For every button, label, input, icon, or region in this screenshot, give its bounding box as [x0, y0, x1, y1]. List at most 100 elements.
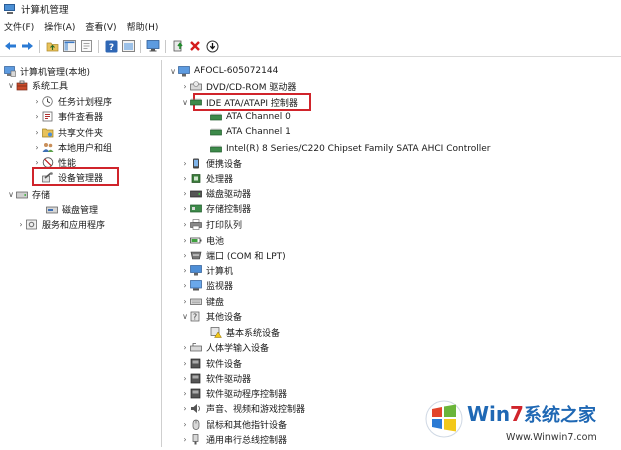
tree-system-tools[interactable]: ∨ 系统工具	[6, 78, 68, 92]
device-software-devices[interactable]: › 软件设备	[180, 356, 242, 370]
device-hid[interactable]: › 人体学输入设备	[180, 340, 269, 354]
toolbar: ?	[0, 36, 621, 57]
console-tree-icon[interactable]	[62, 39, 76, 53]
chevron-right-icon[interactable]: ›	[16, 217, 26, 231]
menu-help[interactable]: 帮助(H)	[127, 20, 159, 33]
tree-storage[interactable]: ∨ 存储	[6, 187, 50, 201]
chevron-right-icon[interactable]: ›	[180, 156, 190, 170]
toolbar-separator	[98, 39, 99, 53]
chevron-right-icon[interactable]: ›	[180, 263, 190, 277]
device-usb[interactable]: › 通用串行总线控制器	[180, 432, 287, 446]
device-software-bus[interactable]: › 软件驱动程序控制器	[180, 386, 287, 400]
tree-disk-management[interactable]: 磁盘管理	[46, 202, 98, 216]
device-other[interactable]: ∨ ? 其他设备	[180, 309, 242, 323]
device-sound[interactable]: › 声音、视频和游戏控制器	[180, 401, 305, 415]
chevron-right-icon[interactable]: ›	[180, 217, 190, 231]
chevron-right-icon[interactable]: ›	[180, 248, 190, 262]
tree-root[interactable]: 计算机管理(本地)	[4, 64, 90, 78]
chevron-right-icon[interactable]: ›	[180, 340, 190, 354]
device-sata-controller[interactable]: Intel(R) 8 Series/C220 Chipset Family SA…	[210, 142, 490, 156]
device-usb-label: 通用串行总线控制器	[206, 435, 288, 446]
device-ports[interactable]: › 端口 (COM 和 LPT)	[180, 248, 285, 262]
up-folder-icon[interactable]	[45, 39, 59, 53]
device-cpu[interactable]: › 处理器	[180, 171, 233, 185]
device-monitor[interactable]: › 监视器	[180, 278, 233, 292]
menu-file[interactable]: 文件(F)	[4, 20, 34, 33]
tree-event-viewer[interactable]: › 事件查看器	[32, 109, 103, 123]
chevron-right-icon[interactable]: ›	[32, 140, 42, 154]
chevron-right-icon[interactable]: ›	[32, 94, 42, 108]
chevron-right-icon[interactable]: ›	[180, 386, 190, 400]
chevron-right-icon[interactable]: ›	[180, 171, 190, 185]
update-driver-icon[interactable]	[171, 39, 185, 53]
chevron-down-icon[interactable]: ∨	[180, 309, 190, 323]
printer-icon	[190, 218, 202, 230]
chevron-right-icon[interactable]: ›	[32, 109, 42, 123]
toolbox-icon	[16, 80, 28, 91]
tree-services-label: 服务和应用程序	[42, 220, 106, 231]
chevron-right-icon[interactable]: ›	[180, 371, 190, 385]
device-ata-channel-0[interactable]: ATA Channel 0	[210, 110, 291, 124]
portable-device-icon	[190, 158, 202, 169]
device-ata-channel-1-label: ATA Channel 1	[226, 127, 291, 137]
chevron-right-icon[interactable]: ›	[180, 186, 190, 200]
monitor-icon[interactable]	[146, 39, 160, 53]
device-battery[interactable]: › 电池	[180, 233, 224, 247]
tree-device-manager[interactable]: 设备管理器	[42, 170, 103, 184]
chevron-right-icon[interactable]: ›	[180, 294, 190, 308]
users-icon	[42, 142, 54, 153]
clock-icon	[42, 95, 54, 107]
tree-services[interactable]: › 服务和应用程序	[16, 217, 105, 231]
computer-icon	[178, 65, 190, 77]
port-icon	[190, 250, 202, 261]
tree-shared-folders[interactable]: › 共享文件夹	[32, 125, 103, 139]
processor-icon	[190, 173, 202, 184]
device-portable[interactable]: › 便携设备	[180, 156, 242, 170]
device-storage-controller[interactable]: › 存储控制器	[180, 201, 251, 215]
scan-hardware-icon[interactable]	[205, 39, 219, 53]
storage-icon	[16, 189, 28, 200]
device-software-drivers[interactable]: › 软件驱动器	[180, 371, 251, 385]
chevron-right-icon[interactable]: ›	[180, 201, 190, 215]
tree-local-users-label: 本地用户和组	[58, 143, 113, 154]
chevron-right-icon[interactable]: ›	[180, 356, 190, 370]
device-print-queue[interactable]: › 打印队列	[180, 217, 242, 231]
uninstall-icon[interactable]	[188, 39, 202, 53]
pane-icon[interactable]	[121, 39, 135, 53]
device-sound-label: 声音、视频和游戏控制器	[206, 404, 306, 415]
device-disk[interactable]: › 磁盘驱动器	[180, 186, 251, 200]
device-dvd[interactable]: › DVD/CD-ROM 驱动器	[180, 79, 296, 93]
device-mouse[interactable]: › 鼠标和其他指针设备	[180, 417, 287, 431]
warning-device-icon	[210, 326, 222, 338]
chevron-right-icon[interactable]: ›	[32, 125, 42, 139]
device-hid-label: 人体学输入设备	[206, 343, 270, 354]
window-title: 计算机管理	[21, 5, 69, 16]
chevron-right-icon[interactable]: ›	[180, 417, 190, 431]
menu-view[interactable]: 查看(V)	[85, 20, 116, 33]
device-monitor-label: 监视器	[206, 281, 234, 292]
chevron-down-icon[interactable]: ∨	[168, 64, 178, 78]
chevron-right-icon[interactable]: ›	[180, 432, 190, 446]
device-computer-node[interactable]: › 计算机	[180, 263, 233, 277]
tree-task-scheduler[interactable]: › 任务计划程序	[32, 94, 112, 108]
menu-action[interactable]: 操作(A)	[44, 20, 75, 33]
chevron-right-icon[interactable]: ›	[180, 79, 190, 93]
tree-local-users[interactable]: › 本地用户和组	[32, 140, 112, 154]
device-ide-label: IDE ATA/ATAPI 控制器	[206, 98, 298, 109]
chevron-down-icon[interactable]: ∨	[6, 187, 16, 201]
device-ide[interactable]: ∨ IDE ATA/ATAPI 控制器	[180, 95, 298, 109]
device-computer-root[interactable]: ∨ AFOCL-605072144	[168, 64, 278, 78]
chevron-right-icon[interactable]: ›	[180, 401, 190, 415]
chevron-right-icon[interactable]: ›	[180, 233, 190, 247]
properties-icon[interactable]	[79, 39, 93, 53]
device-ata-channel-1[interactable]: ATA Channel 1	[210, 125, 291, 139]
device-keyboard[interactable]: › 键盘	[180, 294, 224, 308]
forward-arrow-icon[interactable]	[20, 39, 34, 53]
help-icon[interactable]: ?	[104, 39, 118, 53]
device-base-system[interactable]: 基本系统设备	[210, 325, 280, 339]
device-software-devices-label: 软件设备	[206, 359, 243, 370]
back-arrow-icon[interactable]	[3, 39, 17, 53]
chevron-down-icon[interactable]: ∨	[6, 78, 16, 92]
chevron-right-icon[interactable]: ›	[180, 278, 190, 292]
chevron-down-icon[interactable]: ∨	[180, 95, 190, 109]
